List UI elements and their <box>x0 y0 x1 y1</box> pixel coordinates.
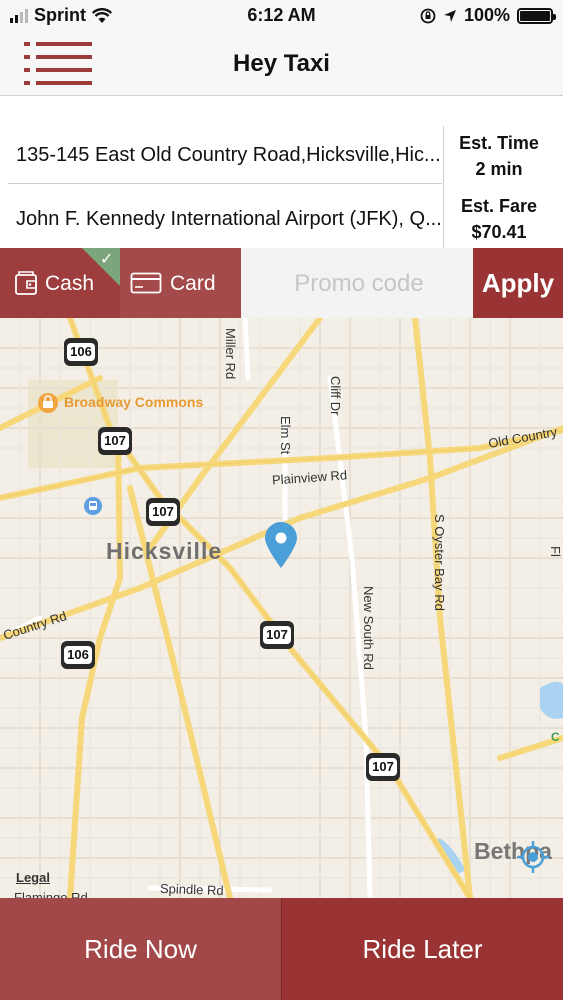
wallet-icon <box>15 271 37 295</box>
route-106-shield: 106 <box>64 338 98 366</box>
route-107-shield: 107 <box>146 498 180 526</box>
route-107-shield: 107 <box>260 621 294 649</box>
poi-label-broadway-commons: Broadway Commons <box>64 394 204 410</box>
promo-code-input[interactable] <box>241 248 477 320</box>
card-label: Card <box>170 272 216 295</box>
route-107-shield: 107 <box>98 427 132 455</box>
ride-later-button[interactable]: Ride Later <box>282 898 563 1000</box>
credit-card-icon <box>130 272 162 294</box>
current-location-icon[interactable] <box>516 840 550 874</box>
status-bar: Sprint 6:12 AM 100% <box>0 0 563 32</box>
train-station-icon <box>84 497 102 515</box>
ride-now-button[interactable]: Ride Now <box>0 898 281 1000</box>
dropoff-address-field[interactable]: John F. Kennedy International Airport (J… <box>8 190 442 248</box>
page-title: Hey Taxi <box>233 50 330 77</box>
nav-header: Hey Taxi <box>0 32 563 96</box>
trip-panel: 135-145 East Old Country Road,Hicksville… <box>0 96 563 248</box>
est-fare: Est. Fare $70.41 <box>444 193 554 245</box>
road-label-spindle: Spindle Rd <box>159 880 224 898</box>
est-time: Est. Time 2 min <box>444 130 554 182</box>
battery-icon <box>517 7 556 24</box>
est-fare-value: $70.41 <box>471 222 527 242</box>
road-label-elm: Elm St <box>278 416 293 455</box>
bottom-actions: Ride Now Ride Later <box>0 898 563 1000</box>
place-label-c: C <box>551 730 560 744</box>
legal-link[interactable]: Legal <box>16 870 50 885</box>
route-106-shield: 106 <box>61 641 95 669</box>
card-payment-button[interactable]: Card <box>120 248 241 318</box>
road-label-cliff: Cliff Dr <box>328 376 343 416</box>
orientation-lock-icon <box>420 8 436 23</box>
apply-button[interactable]: Apply <box>473 248 563 318</box>
road-label-new-south: New South Rd <box>361 586 376 670</box>
route-107-shield: 107 <box>366 753 400 781</box>
road-label-s-oyster-bay: S Oyster Bay Rd <box>432 514 447 611</box>
pickup-address-field[interactable]: 135-145 East Old Country Road,Hicksville… <box>8 126 442 184</box>
shopping-icon <box>38 393 58 413</box>
road-label-miller: Miller Rd <box>223 328 238 380</box>
road-label-fl: Fl <box>548 546 563 557</box>
map-view[interactable]: Miller Rd Cliff Dr Elm St Plainview Rd O… <box>0 318 563 898</box>
location-arrow-icon <box>443 9 456 22</box>
checkmark-icon: ✓ <box>100 251 114 268</box>
status-right: 100% <box>420 5 556 26</box>
road-label-flamingo: Flamingo Rd <box>14 890 88 898</box>
location-pin-icon[interactable] <box>263 521 299 569</box>
payment-row: Cash Card ✓ Apply <box>0 248 563 320</box>
est-fare-label: Est. Fare <box>460 196 538 216</box>
battery-percent: 100% <box>463 5 510 25</box>
place-label-hicksville: Hicksville <box>106 538 223 564</box>
est-time-value: 2 min <box>475 159 523 179</box>
est-time-label: Est. Time <box>459 133 539 153</box>
